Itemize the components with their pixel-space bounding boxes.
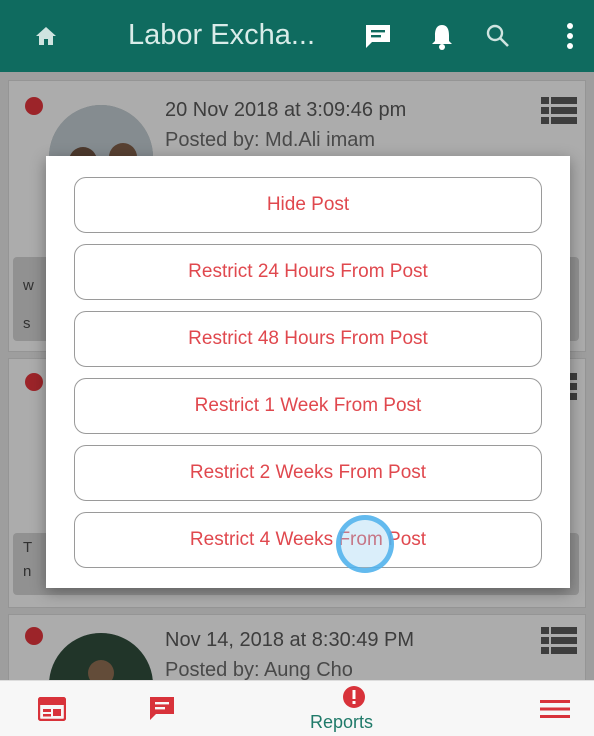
menu-icon[interactable] bbox=[540, 699, 570, 719]
more-vert-icon[interactable] bbox=[566, 22, 574, 50]
touch-ripple-indicator bbox=[336, 515, 394, 573]
hide-post-button[interactable]: Hide Post bbox=[74, 177, 542, 233]
restrict-24-hours-button[interactable]: Restrict 24 Hours From Post bbox=[74, 244, 542, 300]
restrict-2-weeks-button[interactable]: Restrict 2 Weeks From Post bbox=[74, 445, 542, 501]
reports-tab-label[interactable]: Reports bbox=[310, 712, 373, 733]
chat-icon[interactable] bbox=[148, 695, 176, 721]
app-bar: Labor Excha... bbox=[0, 0, 594, 72]
bottom-navigation: Reports bbox=[0, 680, 594, 736]
app-title: Labor Excha... bbox=[128, 19, 315, 51]
search-icon[interactable] bbox=[485, 23, 511, 49]
home-icon[interactable] bbox=[34, 24, 58, 48]
calendar-icon[interactable] bbox=[38, 697, 66, 721]
restrict-4-weeks-button[interactable]: Restrict 4 Weeks From Post bbox=[74, 512, 542, 568]
restrict-1-week-button[interactable]: Restrict 1 Week From Post bbox=[74, 378, 542, 434]
alert-icon[interactable] bbox=[342, 685, 366, 709]
moderation-dialog: Hide Post Restrict 24 Hours From Post Re… bbox=[46, 156, 570, 588]
bell-icon[interactable] bbox=[430, 22, 454, 50]
restrict-48-hours-button[interactable]: Restrict 48 Hours From Post bbox=[74, 311, 542, 367]
chat-icon[interactable] bbox=[364, 23, 392, 49]
